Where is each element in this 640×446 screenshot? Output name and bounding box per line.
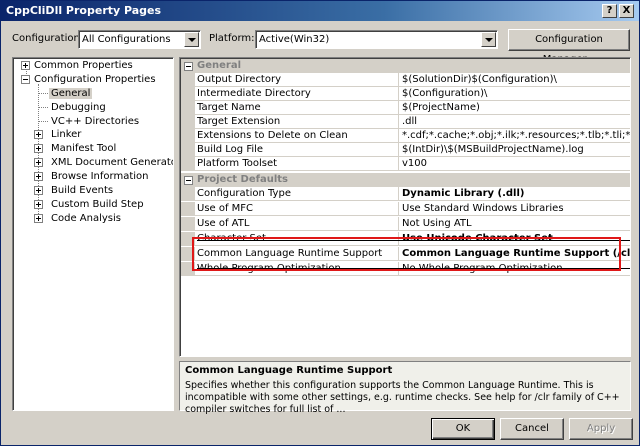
tree-line bbox=[39, 93, 48, 94]
cancel-button[interactable]: Cancel bbox=[500, 418, 564, 440]
description-title: Common Language Runtime Support bbox=[185, 365, 393, 376]
expand-plus-icon[interactable] bbox=[34, 158, 43, 167]
tree-item-debugging[interactable]: Debugging bbox=[51, 101, 106, 114]
property-value[interactable]: $(ProjectName) bbox=[402, 102, 630, 113]
tree-item-code-analysis[interactable]: Code Analysis bbox=[51, 212, 121, 225]
chevron-down-icon[interactable] bbox=[481, 32, 496, 47]
property-value[interactable]: .dll bbox=[402, 116, 630, 127]
expand-plus-icon[interactable] bbox=[34, 200, 43, 209]
title-bar: CppCliDll Property Pages ? X bbox=[1, 1, 639, 21]
configuration-manager-button[interactable]: Configuration Manager... bbox=[508, 29, 630, 65]
window-title: CppCliDll Property Pages bbox=[6, 4, 162, 17]
tree-item-configuration-properties[interactable]: Configuration Properties bbox=[34, 73, 156, 86]
expand-plus-icon[interactable] bbox=[34, 130, 43, 139]
tree-item-vc-directories[interactable]: VC++ Directories bbox=[51, 115, 139, 128]
expand-plus-icon[interactable] bbox=[34, 144, 43, 153]
collapse-minus-icon[interactable] bbox=[184, 62, 193, 71]
property-pages-window: CppCliDll Property Pages ? X Configurati… bbox=[0, 0, 640, 446]
expand-plus-icon[interactable] bbox=[21, 61, 30, 70]
collapse-minus-icon[interactable] bbox=[21, 75, 30, 84]
platform-label: Platform: bbox=[209, 33, 255, 44]
property-value[interactable]: v100 bbox=[402, 158, 630, 169]
tree-item-browse-information[interactable]: Browse Information bbox=[51, 170, 148, 183]
property-value[interactable]: $(SolutionDir)$(Configuration)\ bbox=[402, 74, 630, 85]
chevron-down-icon[interactable] bbox=[184, 32, 199, 47]
category-project-defaults[interactable]: Project Defaults bbox=[181, 173, 630, 187]
property-value[interactable]: Use Standard Windows Libraries bbox=[402, 203, 630, 214]
description-text: Specifies whether this configuration sup… bbox=[185, 380, 620, 415]
property-name: Target Extension bbox=[197, 116, 281, 127]
tree-item-label: General bbox=[49, 88, 93, 99]
configuration-dropdown[interactable]: All Configurations bbox=[78, 30, 201, 49]
property-value[interactable]: Dynamic Library (.dll) bbox=[402, 188, 630, 199]
tree-item-xml-document-generator[interactable]: XML Document Generator bbox=[51, 156, 173, 169]
property-row[interactable]: Target Extension .dll bbox=[181, 115, 630, 129]
ok-button[interactable]: OK bbox=[431, 418, 495, 440]
property-row[interactable]: Intermediate Directory $(Configuration)\ bbox=[181, 87, 630, 101]
property-row[interactable]: Configuration Type Dynamic Library (.dll… bbox=[181, 187, 630, 201]
help-button[interactable]: ? bbox=[602, 4, 617, 18]
tree-line bbox=[39, 121, 48, 122]
red-highlight-box bbox=[192, 237, 621, 271]
apply-button[interactable]: Apply bbox=[569, 418, 633, 440]
property-name: Build Log File bbox=[197, 144, 264, 155]
property-row[interactable]: Use of MFC Use Standard Windows Librarie… bbox=[181, 202, 630, 216]
property-row[interactable]: Platform Toolset v100 bbox=[181, 157, 630, 171]
property-row[interactable]: Extensions to Delete on Clean *.cdf;*.ca… bbox=[181, 129, 630, 143]
property-value[interactable]: $(Configuration)\ bbox=[402, 88, 630, 99]
property-row[interactable]: Target Name $(ProjectName) bbox=[181, 101, 630, 115]
property-row[interactable]: Build Log File $(IntDir)\$(MSBuildProjec… bbox=[181, 143, 630, 157]
property-name: Target Name bbox=[197, 102, 261, 113]
configuration-value: All Configurations bbox=[82, 34, 171, 45]
property-value[interactable]: $(IntDir)\$(MSBuildProjectName).log bbox=[402, 144, 630, 155]
property-row[interactable]: Use of ATL Not Using ATL bbox=[181, 217, 630, 231]
platform-value: Active(Win32) bbox=[259, 34, 330, 45]
tree-item-build-events[interactable]: Build Events bbox=[51, 184, 113, 197]
close-button[interactable]: X bbox=[619, 4, 634, 18]
expand-plus-icon[interactable] bbox=[34, 186, 43, 195]
tree-item-general[interactable]: General bbox=[49, 87, 93, 100]
configuration-toolbar: Configuration: All Configurations Platfo… bbox=[1, 29, 639, 65]
category-label: General bbox=[197, 60, 241, 71]
tree-item-linker[interactable]: Linker bbox=[51, 128, 81, 141]
property-row[interactable]: Output Directory $(SolutionDir)$(Configu… bbox=[181, 73, 630, 87]
property-name: Platform Toolset bbox=[197, 158, 278, 169]
property-grid: General Output Directory $(SolutionDir)$… bbox=[179, 57, 631, 357]
platform-dropdown[interactable]: Active(Win32) bbox=[255, 30, 498, 49]
description-panel: Common Language Runtime Support Specifie… bbox=[179, 361, 631, 415]
collapse-minus-icon[interactable] bbox=[184, 176, 193, 185]
category-label: Project Defaults bbox=[197, 174, 288, 185]
tree-item-common-properties[interactable]: Common Properties bbox=[34, 59, 133, 72]
property-name: Output Directory bbox=[197, 74, 282, 85]
property-name: Extensions to Delete on Clean bbox=[197, 130, 348, 141]
property-name: Configuration Type bbox=[197, 188, 291, 199]
configuration-label: Configuration: bbox=[12, 33, 84, 44]
tree-line bbox=[39, 107, 48, 108]
tree-item-custom-build-step[interactable]: Custom Build Step bbox=[51, 198, 144, 211]
property-value[interactable]: Not Using ATL bbox=[402, 218, 630, 229]
category-general[interactable]: General bbox=[181, 59, 630, 73]
expand-plus-icon[interactable] bbox=[34, 214, 43, 223]
property-tree: Common Properties Configuration Properti… bbox=[12, 57, 174, 411]
property-name: Intermediate Directory bbox=[197, 88, 311, 99]
expand-plus-icon[interactable] bbox=[34, 172, 43, 181]
tree-item-manifest-tool[interactable]: Manifest Tool bbox=[51, 142, 116, 155]
property-name: Use of MFC bbox=[197, 203, 254, 214]
property-name: Use of ATL bbox=[197, 218, 250, 229]
property-value[interactable]: *.cdf;*.cache;*.obj;*.ilk;*.resources;*.… bbox=[402, 130, 630, 141]
